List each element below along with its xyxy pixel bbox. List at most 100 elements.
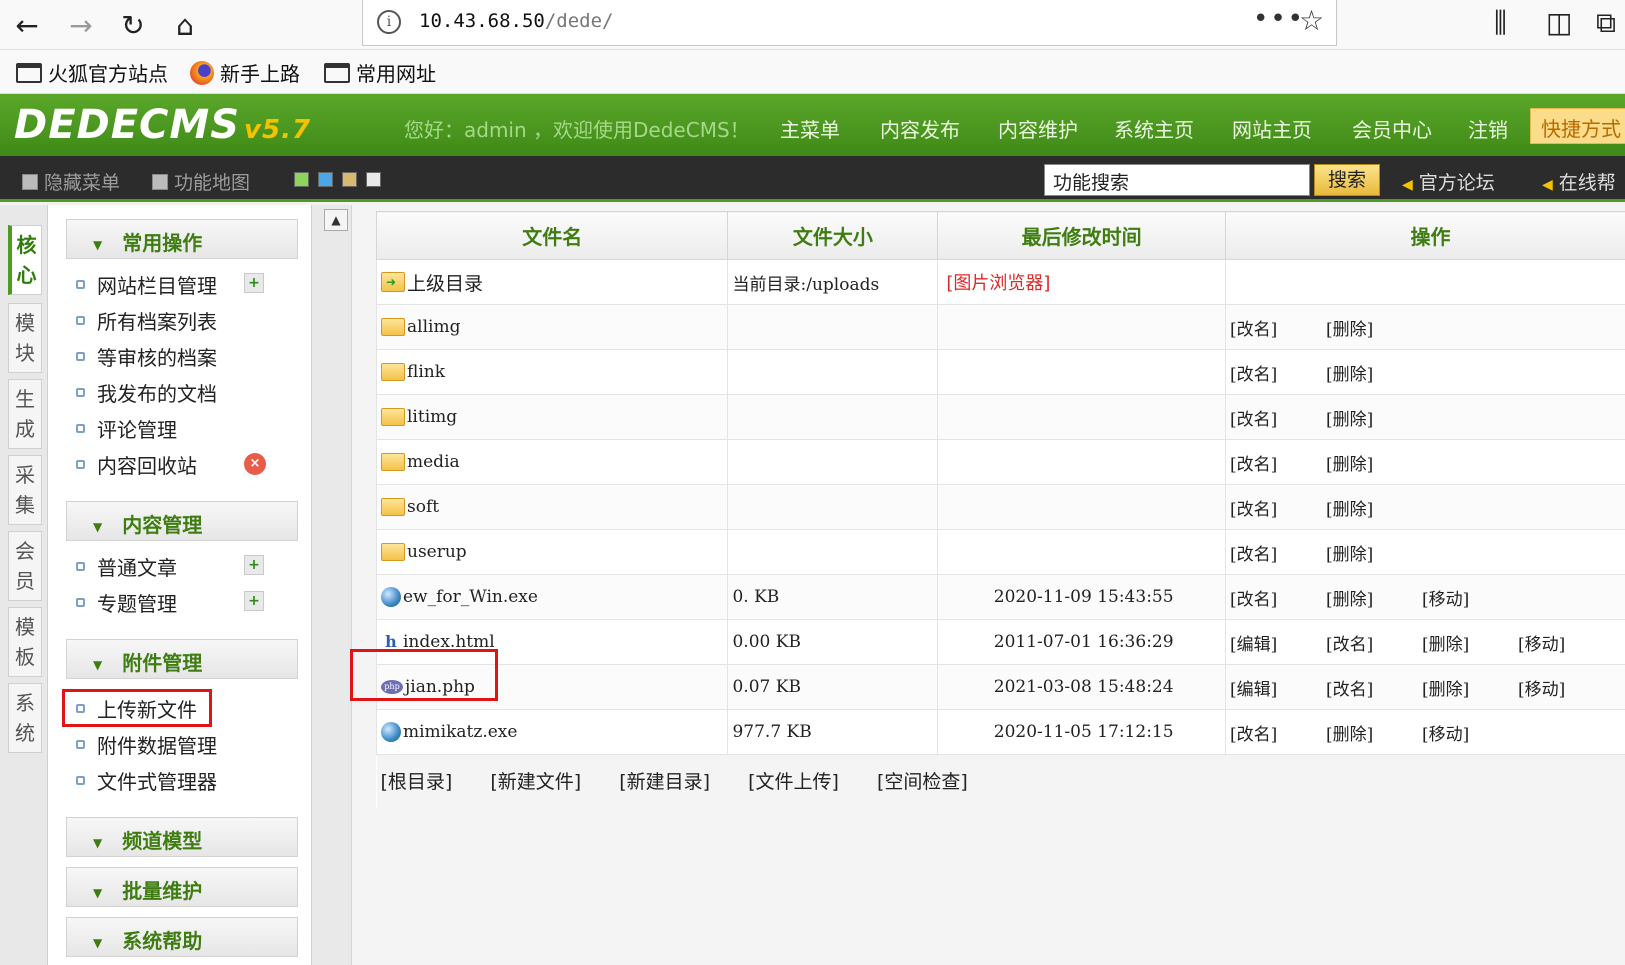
official-forum-link[interactable]: ◀ 官方论坛 — [1402, 168, 1495, 195]
rename-link[interactable]: [改名] — [1230, 360, 1326, 385]
rename-link[interactable]: [改名] — [1326, 675, 1422, 700]
nav-system-home[interactable]: 系统主页 — [1114, 114, 1194, 143]
move-link[interactable]: [移动] — [1518, 630, 1614, 655]
info-icon[interactable]: i — [377, 10, 401, 34]
delete-link[interactable]: [删除] — [1326, 405, 1422, 430]
bookmark-getting-started[interactable]: 新手上路 — [190, 58, 300, 87]
file-link[interactable]: flink — [381, 362, 727, 382]
nav-main-menu[interactable]: 主菜单 — [780, 114, 840, 143]
tab-core[interactable]: 核心 — [8, 225, 42, 295]
tab-generate[interactable]: 生成 — [8, 379, 42, 449]
hide-menu-button[interactable]: 隐藏菜单 — [22, 168, 120, 195]
section-attachment-manage[interactable]: ▼ 附件管理 — [66, 639, 298, 679]
menu-item-comments[interactable]: 评论管理 — [76, 413, 177, 443]
reload-icon[interactable]: ↻ — [114, 6, 152, 44]
skin-green-swatch[interactable] — [294, 172, 309, 187]
image-browser-link[interactable]: [图片浏览器] — [946, 273, 1050, 294]
tab-members[interactable]: 会员 — [8, 531, 42, 601]
tab-templates[interactable]: 模板 — [8, 607, 42, 677]
clear-recycle-icon[interactable]: × — [244, 453, 266, 475]
delete-link[interactable]: [删除] — [1326, 360, 1422, 385]
menu-item-topics[interactable]: 专题管理 — [76, 587, 177, 617]
file-link[interactable]: allimg — [381, 317, 727, 337]
bookmark-star-icon[interactable]: ☆ — [1299, 4, 1324, 37]
file-upload-link[interactable]: [文件上传] — [748, 771, 839, 793]
space-check-link[interactable]: [空间检查] — [877, 771, 968, 793]
tab-modules[interactable]: 模块 — [8, 303, 42, 373]
parent-dir-link[interactable]: 上级目录 — [381, 269, 727, 296]
sidebar-icon[interactable]: ◫ — [1546, 6, 1572, 39]
rename-link[interactable]: [改名] — [1230, 450, 1326, 475]
skin-blue-swatch[interactable] — [318, 172, 333, 187]
tab-collect[interactable]: 采集 — [8, 455, 42, 525]
file-link[interactable]: mimikatz.exe — [381, 722, 727, 742]
url-text[interactable]: 10.43.68.50/dede/ — [419, 10, 613, 32]
menu-item-pending-archives[interactable]: 等审核的档案 — [76, 341, 217, 371]
file-link[interactable]: ew_for_Win.exe — [381, 587, 727, 607]
back-icon[interactable]: ← — [8, 6, 46, 44]
delete-link[interactable]: [删除] — [1422, 675, 1518, 700]
move-link[interactable]: [移动] — [1518, 675, 1614, 700]
rename-link[interactable]: [改名] — [1230, 495, 1326, 520]
function-map-button[interactable]: 功能地图 — [152, 168, 250, 195]
collapse-up-icon[interactable]: ▲ — [324, 209, 348, 231]
add-icon[interactable]: + — [244, 273, 264, 293]
nav-content-maintain[interactable]: 内容维护 — [998, 114, 1078, 143]
bookmark-common-sites[interactable]: 常用网址 — [324, 58, 436, 87]
menu-item-file-manager[interactable]: 文件式管理器 — [76, 765, 217, 795]
nav-site-home[interactable]: 网站主页 — [1232, 114, 1312, 143]
rename-link[interactable]: [改名] — [1230, 540, 1326, 565]
url-bar[interactable]: i 10.43.68.50/dede/ ••• ☆ — [362, 0, 1337, 46]
add-icon[interactable]: + — [244, 555, 264, 575]
delete-link[interactable]: [删除] — [1326, 585, 1422, 610]
rename-link[interactable]: [改名] — [1230, 720, 1326, 745]
edit-link[interactable]: [编辑] — [1230, 630, 1326, 655]
quick-menu-button[interactable]: 快捷方式 — [1530, 108, 1625, 144]
bookmark-firefox-site[interactable]: 火狐官方站点 — [16, 58, 168, 87]
overflow-icon[interactable]: ⧉ — [1596, 6, 1616, 40]
forward-icon[interactable]: → — [62, 6, 100, 44]
new-dir-link[interactable]: [新建目录] — [619, 771, 710, 793]
menu-item-articles[interactable]: 普通文章 — [76, 551, 177, 581]
rename-link[interactable]: [改名] — [1326, 630, 1422, 655]
nav-content-publish[interactable]: 内容发布 — [880, 114, 960, 143]
tab-system[interactable]: 系统 — [8, 683, 42, 753]
section-batch-maintain[interactable]: ▼ 批量维护 — [66, 867, 298, 907]
delete-link[interactable]: [删除] — [1326, 720, 1422, 745]
delete-link[interactable]: [删除] — [1326, 315, 1422, 340]
section-common-ops[interactable]: ▼ 常用操作 — [66, 219, 298, 259]
home-icon[interactable]: ⌂ — [166, 6, 204, 44]
delete-link[interactable]: [删除] — [1326, 540, 1422, 565]
menu-item-all-archives[interactable]: 所有档案列表 — [76, 305, 217, 335]
page-actions-icon[interactable]: ••• — [1253, 4, 1305, 34]
add-icon[interactable]: + — [244, 591, 264, 611]
search-button[interactable]: 搜索 — [1314, 164, 1380, 196]
root-dir-link[interactable]: [根目录] — [381, 771, 453, 793]
function-search-input[interactable]: 功能搜索 — [1044, 164, 1310, 196]
menu-item-attachment-data[interactable]: 附件数据管理 — [76, 729, 217, 759]
skin-brown-swatch[interactable] — [342, 172, 357, 187]
file-link[interactable]: userup — [381, 542, 727, 562]
section-content-manage[interactable]: ▼ 内容管理 — [66, 501, 298, 541]
delete-link[interactable]: [删除] — [1422, 630, 1518, 655]
library-icon[interactable]: ⫼ — [1494, 6, 1507, 40]
new-file-link[interactable]: [新建文件] — [490, 771, 581, 793]
rename-link[interactable]: [改名] — [1230, 585, 1326, 610]
online-help-link[interactable]: ◀ 在线帮 — [1542, 168, 1616, 195]
menu-item-my-docs[interactable]: 我发布的文档 — [76, 377, 217, 407]
skin-gray-swatch[interactable] — [366, 172, 381, 187]
file-link[interactable]: soft — [381, 497, 727, 517]
nav-logout[interactable]: 注销 — [1468, 114, 1508, 143]
edit-link[interactable]: [编辑] — [1230, 675, 1326, 700]
delete-link[interactable]: [删除] — [1326, 450, 1422, 475]
file-link[interactable]: media — [381, 452, 727, 472]
section-channel-models[interactable]: ▼ 频道模型 — [66, 817, 298, 857]
move-link[interactable]: [移动] — [1422, 585, 1518, 610]
menu-item-recycle-bin[interactable]: 内容回收站 — [76, 449, 197, 479]
rename-link[interactable]: [改名] — [1230, 405, 1326, 430]
menu-item-column-manage[interactable]: 网站栏目管理 — [76, 269, 217, 299]
rename-link[interactable]: [改名] — [1230, 315, 1326, 340]
file-link[interactable]: litimg — [381, 407, 727, 427]
delete-link[interactable]: [删除] — [1326, 495, 1422, 520]
move-link[interactable]: [移动] — [1422, 720, 1518, 745]
